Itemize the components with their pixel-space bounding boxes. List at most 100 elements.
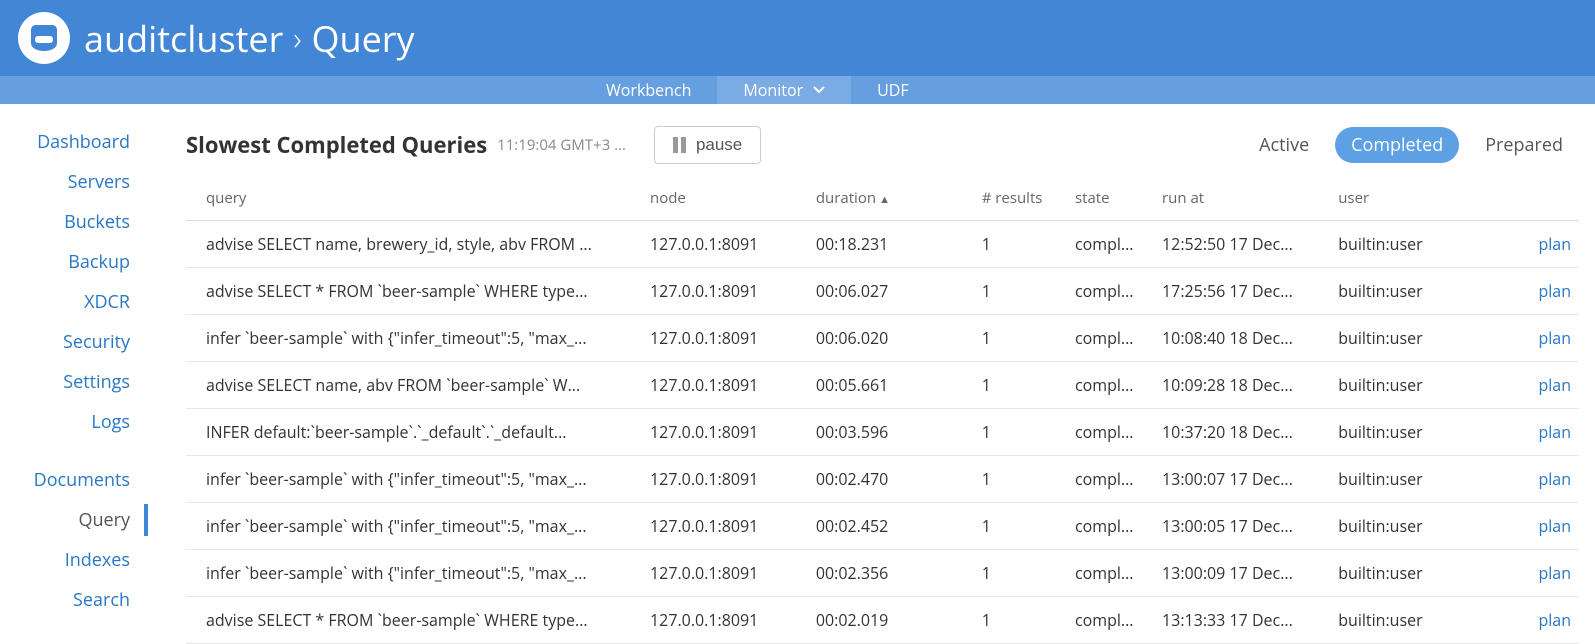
cell-state: compl... — [1067, 362, 1154, 409]
plan-link[interactable]: plan — [1538, 515, 1571, 537]
cell-query: INFER default:`beer-sample`.`_default`.`… — [186, 409, 642, 456]
chevron-right-icon: › — [293, 17, 301, 60]
filter-completed[interactable]: Completed — [1335, 127, 1459, 163]
table-row[interactable]: advise SELECT * FROM `beer-sample` WHERE… — [186, 597, 1579, 644]
cell-run_at: 10:37:20 18 Dec... — [1154, 409, 1330, 456]
col-runat[interactable]: run at — [1154, 178, 1330, 221]
tab-label: Workbench — [606, 79, 691, 101]
table-row[interactable]: advise SELECT name, abv FROM `beer-sampl… — [186, 362, 1579, 409]
cell-run_at: 17:25:56 17 Dec... — [1154, 268, 1330, 315]
cell-query: infer `beer-sample` with {"infer_timeout… — [186, 456, 642, 503]
section-name: Query — [311, 14, 414, 63]
cell-user: builtin:user — [1330, 456, 1517, 503]
sidebar-item-query[interactable]: Query — [34, 500, 148, 540]
refresh-timestamp: 11:19:04 GMT+3 ... — [497, 135, 626, 155]
sidebar-item-logs[interactable]: Logs — [37, 402, 148, 442]
plan-link[interactable]: plan — [1538, 562, 1571, 584]
cell-duration: 00:06.020 — [808, 315, 974, 362]
cell-duration: 00:03.596 — [808, 409, 974, 456]
cell-results: 1 — [974, 550, 1067, 597]
col-results[interactable]: # results — [974, 178, 1067, 221]
col-node[interactable]: node — [642, 178, 808, 221]
sidebar-item-security[interactable]: Security — [37, 322, 148, 362]
cell-plan: plan — [1517, 268, 1579, 315]
cluster-name[interactable]: auditcluster — [84, 14, 283, 63]
filter-active[interactable]: Active — [1243, 127, 1325, 163]
table-row[interactable]: infer `beer-sample` with {"infer_timeout… — [186, 503, 1579, 550]
cell-run_at: 10:08:40 18 Dec... — [1154, 315, 1330, 362]
plan-link[interactable]: plan — [1538, 280, 1571, 302]
tab-workbench[interactable]: Workbench — [580, 76, 717, 104]
cell-plan: plan — [1517, 597, 1579, 644]
cell-node: 127.0.0.1:8091 — [642, 597, 808, 644]
table-row[interactable]: infer `beer-sample` with {"infer_timeout… — [186, 315, 1579, 362]
table-row[interactable]: infer `beer-sample` with {"infer_timeout… — [186, 550, 1579, 597]
sidebar-item-documents[interactable]: Documents — [34, 460, 148, 500]
table-row[interactable]: INFER default:`beer-sample`.`_default`.`… — [186, 409, 1579, 456]
couchbase-logo-icon — [18, 12, 70, 64]
cell-state: compl... — [1067, 597, 1154, 644]
col-user[interactable]: user — [1330, 178, 1517, 221]
cell-plan: plan — [1517, 362, 1579, 409]
plan-link[interactable]: plan — [1538, 468, 1571, 490]
tab-udf[interactable]: UDF — [851, 76, 935, 104]
table-row[interactable]: advise SELECT * FROM `beer-sample` WHERE… — [186, 268, 1579, 315]
cell-query: advise SELECT name, abv FROM `beer-sampl… — [186, 362, 642, 409]
cell-user: builtin:user — [1330, 409, 1517, 456]
cell-user: builtin:user — [1330, 362, 1517, 409]
breadcrumb: auditcluster › Query — [84, 14, 415, 63]
cell-user: builtin:user — [1330, 597, 1517, 644]
cell-node: 127.0.0.1:8091 — [642, 268, 808, 315]
col-duration[interactable]: duration▲ — [808, 178, 974, 221]
cell-plan: plan — [1517, 503, 1579, 550]
cell-duration: 00:02.019 — [808, 597, 974, 644]
main-content: Slowest Completed Queries 11:19:04 GMT+3… — [148, 104, 1595, 644]
cell-plan: plan — [1517, 221, 1579, 268]
plan-link[interactable]: plan — [1538, 327, 1571, 349]
cell-state: compl... — [1067, 550, 1154, 597]
cell-query: advise SELECT * FROM `beer-sample` WHERE… — [186, 597, 642, 644]
cell-user: builtin:user — [1330, 221, 1517, 268]
plan-link[interactable]: plan — [1538, 233, 1571, 255]
plan-link[interactable]: plan — [1538, 421, 1571, 443]
cell-plan: plan — [1517, 550, 1579, 597]
cell-run_at: 12:52:50 17 Dec... — [1154, 221, 1330, 268]
col-state[interactable]: state — [1067, 178, 1154, 221]
sidebar-item-backup[interactable]: Backup — [37, 242, 148, 282]
cell-query: infer `beer-sample` with {"infer_timeout… — [186, 503, 642, 550]
cell-results: 1 — [974, 597, 1067, 644]
col-query[interactable]: query — [186, 178, 642, 221]
cell-duration: 00:02.470 — [808, 456, 974, 503]
sidebar-item-settings[interactable]: Settings — [37, 362, 148, 402]
cell-run_at: 13:00:09 17 Dec... — [1154, 550, 1330, 597]
filter-prepared[interactable]: Prepared — [1469, 127, 1579, 163]
cell-plan: plan — [1517, 456, 1579, 503]
page-title: Slowest Completed Queries — [186, 130, 487, 160]
plan-link[interactable]: plan — [1538, 609, 1571, 631]
sidebar-item-dashboard[interactable]: Dashboard — [37, 122, 148, 162]
sidebar-item-search[interactable]: Search — [34, 580, 148, 620]
table-header-row: query node duration▲ # results state run… — [186, 178, 1579, 221]
tab-monitor[interactable]: Monitor — [717, 76, 851, 104]
cell-query: advise SELECT * FROM `beer-sample` WHERE… — [186, 268, 642, 315]
plan-link[interactable]: plan — [1538, 374, 1571, 396]
cell-run_at: 13:00:05 17 Dec... — [1154, 503, 1330, 550]
sidebar-item-servers[interactable]: Servers — [37, 162, 148, 202]
pause-button[interactable]: pause — [654, 126, 761, 164]
tab-label: Monitor — [743, 79, 803, 101]
sidebar-item-xdcr[interactable]: XDCR — [37, 282, 148, 322]
table-row[interactable]: advise SELECT name, brewery_id, style, a… — [186, 221, 1579, 268]
cell-state: compl... — [1067, 221, 1154, 268]
cell-results: 1 — [974, 503, 1067, 550]
sidebar-item-indexes[interactable]: Indexes — [34, 540, 148, 580]
queries-table: query node duration▲ # results state run… — [186, 178, 1579, 644]
cell-node: 127.0.0.1:8091 — [642, 409, 808, 456]
cell-state: compl... — [1067, 503, 1154, 550]
cell-run_at: 13:13:33 17 Dec... — [1154, 597, 1330, 644]
sidebar-item-buckets[interactable]: Buckets — [37, 202, 148, 242]
cell-duration: 00:18.231 — [808, 221, 974, 268]
cell-duration: 00:02.452 — [808, 503, 974, 550]
cell-node: 127.0.0.1:8091 — [642, 221, 808, 268]
sidebar: DashboardServersBucketsBackupXDCRSecurit… — [0, 104, 148, 620]
table-row[interactable]: infer `beer-sample` with {"infer_timeout… — [186, 456, 1579, 503]
